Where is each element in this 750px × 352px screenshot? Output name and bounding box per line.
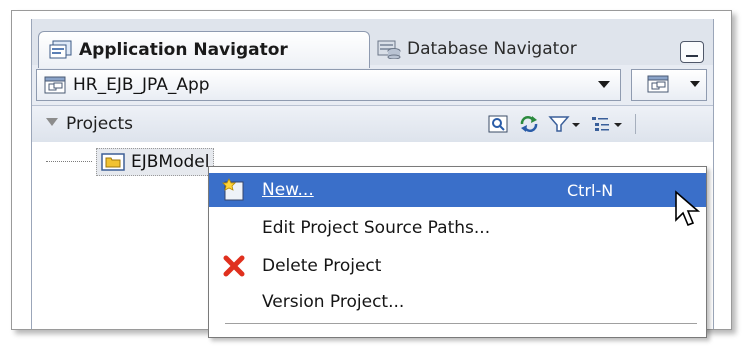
toolbar-divider	[635, 114, 636, 134]
menu-item-label: New...	[262, 180, 314, 200]
delete-x-icon	[221, 254, 247, 278]
app-icon	[43, 75, 67, 95]
folder-icon	[101, 152, 125, 172]
tree-node-ejbmodel[interactable]: EJBModel	[96, 148, 215, 176]
tab-label: Database Navigator	[407, 39, 577, 59]
menu-item-delete-project[interactable]: Delete Project	[209, 249, 706, 283]
application-name: HR_EJB_JPA_App	[73, 75, 210, 95]
projects-label: Projects	[66, 114, 134, 134]
application-selector-row: HR_EJB_JPA_App	[36, 69, 708, 103]
tree-node-label: EJBModel	[131, 152, 210, 172]
app-menu-icon	[646, 74, 670, 98]
context-menu: New... Ctrl-N Edit Project Source Paths.…	[208, 166, 707, 338]
menu-separator	[225, 323, 697, 324]
projects-header[interactable]: Projects	[32, 105, 713, 143]
menu-item-new[interactable]: New... Ctrl-N	[209, 173, 706, 207]
application-menu-button[interactable]	[631, 69, 707, 101]
mouse-cursor-icon	[674, 190, 702, 234]
chevron-down-icon	[690, 81, 700, 87]
minimize-icon[interactable]	[680, 41, 704, 63]
projects-collapse-icon[interactable]	[46, 118, 58, 126]
navigator-icon	[49, 40, 73, 60]
refresh-icon[interactable]	[518, 115, 540, 133]
menu-item-shortcut: Ctrl-N	[567, 180, 614, 200]
tab-strip: Application Navigator Database Navigator	[32, 19, 713, 68]
tab-database-navigator[interactable]: Database Navigator	[377, 33, 627, 65]
menu-item-version-project[interactable]: Version Project...	[209, 285, 706, 319]
application-selector[interactable]: HR_EJB_JPA_App	[36, 69, 621, 101]
menu-item-label: Edit Project Source Paths...	[262, 218, 491, 238]
options-icon[interactable]	[590, 115, 624, 133]
database-icon	[377, 39, 401, 60]
menu-item-edit-project-source-paths[interactable]: Edit Project Source Paths...	[209, 211, 706, 245]
tree-connector	[46, 161, 92, 162]
find-icon[interactable]	[488, 115, 508, 133]
chevron-down-icon[interactable]	[598, 81, 610, 88]
tab-application-navigator[interactable]: Application Navigator	[38, 31, 370, 68]
menu-item-label: Version Project...	[262, 292, 405, 312]
tab-label: Application Navigator	[79, 40, 288, 60]
new-icon	[221, 178, 247, 202]
filter-icon[interactable]	[548, 115, 582, 133]
menu-item-label: Delete Project	[262, 256, 382, 276]
